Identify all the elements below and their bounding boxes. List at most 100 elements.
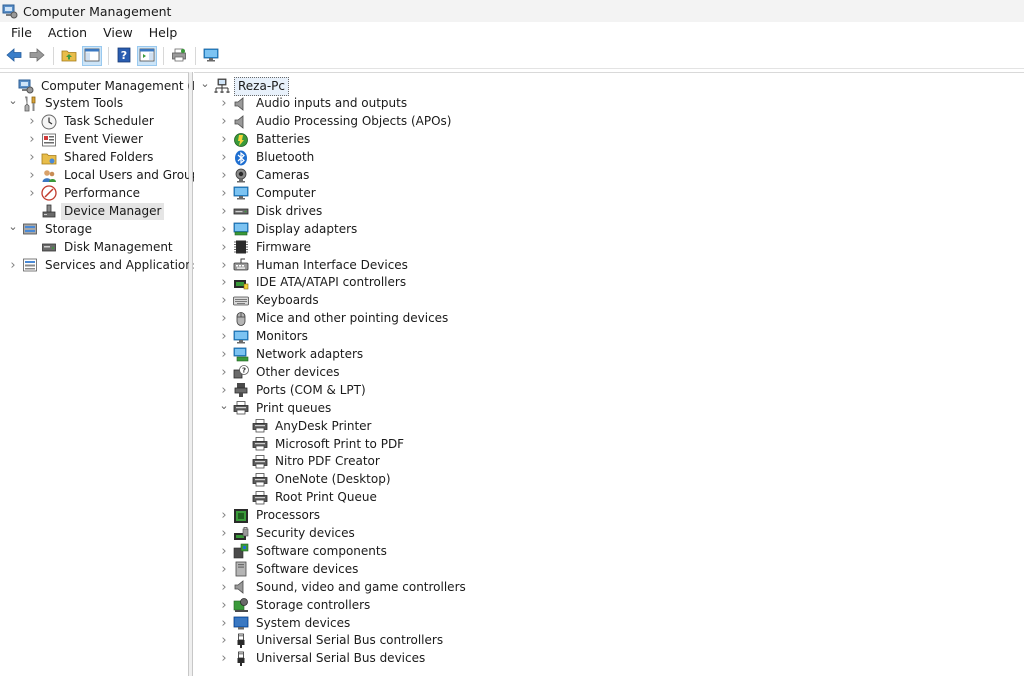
chevron-right-icon[interactable] bbox=[219, 507, 229, 525]
chevron-right-icon[interactable] bbox=[219, 113, 229, 131]
chevron-right-icon[interactable] bbox=[27, 131, 37, 149]
tree-item-sound-video-and-game-controllers[interactable]: Sound, video and game controllers bbox=[219, 578, 469, 596]
chevron-right-icon[interactable] bbox=[219, 202, 229, 220]
show-hide-console-tree-button[interactable] bbox=[82, 46, 102, 66]
chevron-right-icon[interactable] bbox=[219, 220, 229, 238]
print-button[interactable] bbox=[169, 46, 189, 66]
menu-help[interactable]: Help bbox=[140, 22, 185, 44]
chevron-right-icon[interactable] bbox=[219, 614, 229, 632]
chevron-right-icon[interactable] bbox=[219, 363, 229, 381]
chevron-right-icon[interactable] bbox=[219, 578, 229, 596]
tree-item-ports-com-lpt[interactable]: Ports (COM & LPT) bbox=[219, 381, 369, 399]
chevron-right-icon[interactable] bbox=[219, 238, 229, 256]
tree-item-local-users-and-groups[interactable]: Local Users and Groups bbox=[27, 167, 209, 185]
chevron-right-icon[interactable] bbox=[219, 256, 229, 274]
printer-icon bbox=[252, 472, 268, 488]
chevron-right-icon[interactable] bbox=[27, 167, 37, 185]
chevron-down-icon[interactable] bbox=[8, 220, 18, 238]
tree-item-storage-controllers[interactable]: Storage controllers bbox=[219, 596, 373, 614]
chevron-right-icon[interactable] bbox=[219, 542, 229, 560]
tree-item-firmware[interactable]: Firmware bbox=[219, 238, 314, 256]
tree-item-root-print-queue[interactable]: Root Print Queue bbox=[238, 489, 380, 507]
chevron-right-icon[interactable] bbox=[8, 256, 18, 274]
tree-item-batteries[interactable]: Batteries bbox=[219, 131, 313, 149]
chevron-right-icon[interactable] bbox=[27, 113, 37, 131]
tree-item-nitro-pdf-creator[interactable]: Nitro PDF Creator bbox=[238, 453, 383, 471]
tree-item-storage[interactable]: Storage bbox=[8, 220, 95, 238]
back-button[interactable] bbox=[4, 46, 24, 66]
tree-item-human-interface-devices[interactable]: Human Interface Devices bbox=[219, 256, 411, 274]
chevron-right-icon[interactable] bbox=[219, 560, 229, 578]
chevron-right-icon[interactable] bbox=[219, 95, 229, 113]
tree-item-system-devices[interactable]: System devices bbox=[219, 614, 353, 632]
tree-item-disk-drives[interactable]: Disk drives bbox=[219, 202, 325, 220]
tree-item-performance[interactable]: Performance bbox=[27, 184, 143, 202]
show-hide-action-pane-button[interactable] bbox=[137, 46, 157, 66]
chevron-right-icon[interactable] bbox=[219, 632, 229, 650]
chevron-right-icon[interactable] bbox=[27, 149, 37, 167]
device-manager-pane: Reza-PcAudio inputs and outputs Audio Pro… bbox=[194, 72, 1024, 676]
unknown-device-icon: ? bbox=[233, 364, 249, 380]
chevron-right-icon[interactable] bbox=[27, 184, 37, 202]
chevron-down-icon[interactable] bbox=[219, 399, 229, 417]
chevron-right-icon[interactable] bbox=[219, 292, 229, 310]
tree-item-disk-management[interactable]: Disk Management bbox=[27, 238, 176, 256]
chevron-right-icon[interactable] bbox=[219, 381, 229, 399]
tree-item-label: Storage bbox=[45, 221, 92, 236]
chevron-right-icon[interactable] bbox=[219, 650, 229, 668]
chevron-right-icon[interactable] bbox=[219, 131, 229, 149]
tree-item-usb-controllers[interactable]: Universal Serial Bus controllers bbox=[219, 632, 446, 650]
forward-button[interactable] bbox=[27, 46, 47, 66]
tree-item-cameras[interactable]: Cameras bbox=[219, 167, 312, 185]
tree-item-microsoft-print-to-pdf[interactable]: Microsoft Print to PDF bbox=[238, 435, 407, 453]
tree-item-network-adapters[interactable]: Network adapters bbox=[219, 346, 366, 364]
chevron-right-icon[interactable] bbox=[219, 346, 229, 364]
chevron-down-icon[interactable] bbox=[8, 95, 18, 113]
chevron-right-icon[interactable] bbox=[219, 328, 229, 346]
tree-item-device-manager[interactable]: Device Manager bbox=[27, 202, 165, 220]
tree-item-task-scheduler[interactable]: Task Scheduler bbox=[27, 113, 157, 131]
tree-item-software-components[interactable]: Software components bbox=[219, 542, 390, 560]
menu-file[interactable]: File bbox=[0, 22, 39, 44]
up-one-level-button[interactable] bbox=[59, 46, 79, 66]
chevron-right-icon[interactable] bbox=[219, 596, 229, 614]
tree-item-reza-pc[interactable]: Reza-Pc bbox=[200, 76, 289, 96]
tree-item-display-adapters[interactable]: Display adapters bbox=[219, 220, 360, 238]
menu-action[interactable]: Action bbox=[39, 22, 94, 44]
tree-item-security-devices[interactable]: Security devices bbox=[219, 525, 358, 543]
tree-item-anydesk-printer[interactable]: AnyDesk Printer bbox=[238, 417, 374, 435]
menu-view[interactable]: View bbox=[94, 22, 140, 44]
tree-item-ide-ata-atapi-controllers[interactable]: IDE ATA/ATAPI controllers bbox=[219, 274, 409, 292]
tree-item-services-and-applications[interactable]: Services and Applications bbox=[8, 256, 202, 274]
tree-item-usb-devices[interactable]: Universal Serial Bus devices bbox=[219, 650, 428, 668]
tree-item-other-devices[interactable]: ? Other devices bbox=[219, 363, 343, 381]
chevron-down-icon[interactable] bbox=[200, 77, 210, 95]
chevron-right-icon[interactable] bbox=[219, 310, 229, 328]
toolbar: ? bbox=[0, 44, 1024, 69]
pane-splitter[interactable] bbox=[189, 72, 193, 676]
tree-item-keyboards[interactable]: Keyboards bbox=[219, 292, 322, 310]
tree-item-computer[interactable]: Computer bbox=[219, 184, 319, 202]
tree-item-print-queues[interactable]: Print queues bbox=[219, 399, 334, 417]
tree-item-bluetooth[interactable]: Bluetooth bbox=[219, 149, 317, 167]
tree-item-event-viewer[interactable]: Event Viewer bbox=[27, 131, 146, 149]
tree-item-audio-processing-objects[interactable]: Audio Processing Objects (APOs) bbox=[219, 113, 454, 131]
tree-item-audio-inputs-and-outputs[interactable]: Audio inputs and outputs bbox=[219, 95, 410, 113]
tree-item-software-devices[interactable]: Software devices bbox=[219, 560, 361, 578]
chevron-right-icon[interactable] bbox=[219, 184, 229, 202]
tree-item-onenote-desktop[interactable]: OneNote (Desktop) bbox=[238, 471, 394, 489]
chevron-right-icon[interactable] bbox=[219, 149, 229, 167]
tree-item-monitors[interactable]: Monitors bbox=[219, 328, 311, 346]
tree-item-mice-and-other-pointing-devices[interactable]: Mice and other pointing devices bbox=[219, 310, 451, 328]
chevron-right-icon[interactable] bbox=[219, 525, 229, 543]
help-button[interactable]: ? bbox=[114, 46, 134, 66]
tree-item-system-tools[interactable]: System Tools bbox=[8, 95, 126, 113]
tree-item-label: Universal Serial Bus devices bbox=[256, 651, 426, 666]
chevron-right-icon[interactable] bbox=[219, 167, 229, 185]
tree-item-shared-folders[interactable]: Shared Folders bbox=[27, 149, 156, 167]
chevron-right-icon[interactable] bbox=[219, 274, 229, 292]
tree-item-processors[interactable]: Processors bbox=[219, 507, 323, 525]
scan-for-hardware-button[interactable] bbox=[201, 46, 221, 66]
